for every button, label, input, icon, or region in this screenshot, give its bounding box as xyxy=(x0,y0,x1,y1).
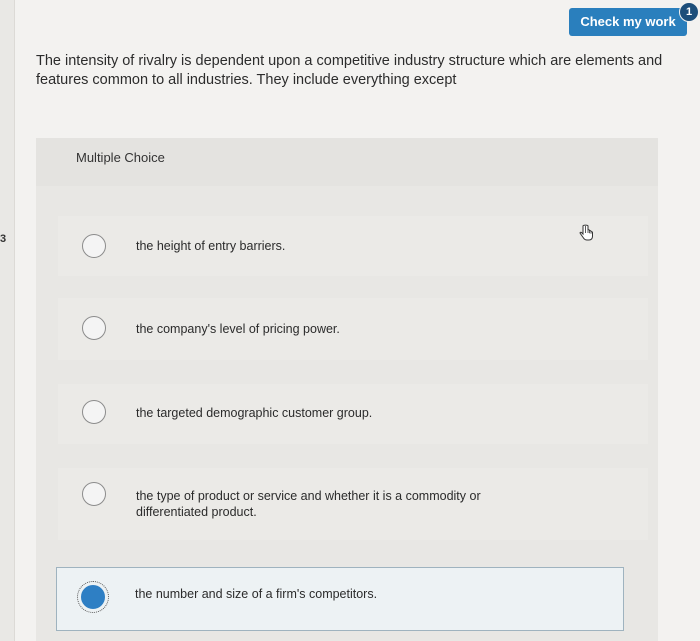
option-item[interactable]: the targeted demographic customer group. xyxy=(58,384,648,444)
option-item[interactable]: the company's level of pricing power. xyxy=(58,298,648,360)
option-label: the type of product or service and wheth… xyxy=(136,489,481,519)
left-edge-panel xyxy=(0,0,15,641)
option-label: the number and size of a firm's competit… xyxy=(135,587,378,601)
attempt-badge: 1 xyxy=(679,2,699,22)
pointer-hand-icon xyxy=(579,224,593,241)
option-label: the targeted demographic customer group. xyxy=(136,406,373,420)
option-item[interactable]: the type of product or service and wheth… xyxy=(58,468,648,540)
radio-button-selected[interactable] xyxy=(77,581,109,613)
option-label: the height of entry barriers. xyxy=(136,239,286,253)
radio-button[interactable] xyxy=(82,482,106,506)
question-text: The intensity of rivalry is dependent up… xyxy=(36,53,663,88)
option-item[interactable]: the height of entry barriers. xyxy=(58,216,648,276)
radio-button[interactable] xyxy=(82,316,106,340)
answer-panel: Multiple Choice the height of entry barr… xyxy=(36,138,658,641)
option-item-selected[interactable]: the number and size of a firm's competit… xyxy=(56,567,624,631)
option-label: the company's level of pricing power. xyxy=(136,322,340,336)
left-edge-marker: 3 xyxy=(0,233,7,245)
check-my-work-button[interactable]: Check my work xyxy=(569,8,687,36)
radio-button[interactable] xyxy=(82,400,106,424)
panel-header: Multiple Choice xyxy=(36,138,658,186)
question-type-label: Multiple Choice xyxy=(76,150,165,165)
radio-button[interactable] xyxy=(82,234,106,258)
